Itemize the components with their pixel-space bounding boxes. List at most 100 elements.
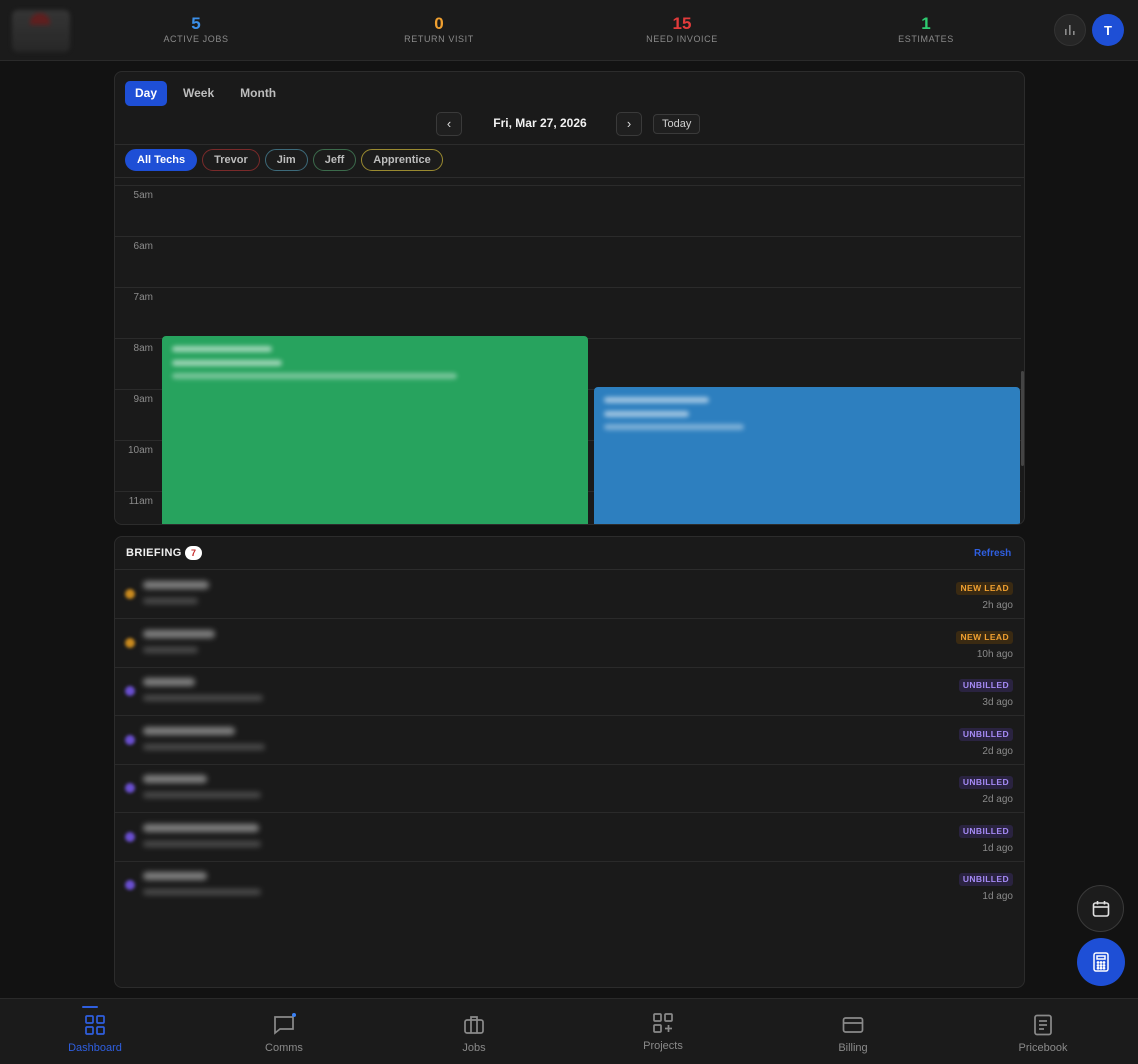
tech-chip-apprentice[interactable]: Apprentice (361, 149, 443, 171)
calendar-card: Day Week Month ‹ Fri, Mar 27, 2026 › Tod… (114, 71, 1025, 525)
briefcase-icon (464, 1016, 484, 1034)
calendar-event[interactable] (162, 336, 588, 524)
item-time: 1d ago (982, 843, 1013, 854)
tech-chip-trevor[interactable]: Trevor (202, 149, 260, 171)
next-day-button[interactable]: › (616, 112, 642, 136)
item-sub-blurred (143, 598, 198, 604)
status-badge: UNBILLED (958, 776, 1013, 789)
tab-day[interactable]: Day (125, 81, 168, 106)
user-avatar[interactable]: T (1092, 14, 1124, 46)
status-dot (125, 589, 135, 599)
calculator-fab[interactable] (1077, 938, 1125, 986)
stat-label: ACTIVE JOBS (163, 34, 229, 44)
stat-value: 5 (191, 14, 201, 33)
status-badge: UNBILLED (958, 679, 1013, 692)
hour-label: 6am (133, 241, 153, 252)
prev-day-button[interactable]: ‹ (436, 112, 462, 136)
projects-icon (653, 1013, 673, 1033)
item-name-blurred (143, 727, 235, 735)
hour-row: 6am (115, 236, 1021, 287)
hour-label: 5am (133, 190, 153, 201)
today-button[interactable]: Today (653, 114, 701, 134)
tech-filter: All Techs Trevor Jim Jeff Apprentice (125, 149, 443, 171)
briefing-item[interactable]: NEW LEAD 10h ago (115, 619, 1024, 668)
tech-chip-all[interactable]: All Techs (125, 149, 198, 171)
nav-comms[interactable]: Comms (224, 999, 344, 1064)
hour-label: 9am (133, 394, 153, 405)
top-header: 5 ACTIVE JOBS 0 RETURN VISIT 15 NEED INV… (0, 0, 1138, 61)
nav-label: Billing (838, 1042, 868, 1054)
divider (115, 144, 1024, 145)
book-icon (1034, 1014, 1052, 1036)
tech-chip-jim[interactable]: Jim (264, 149, 308, 171)
stat-label: RETURN VISIT (404, 34, 474, 44)
tech-chip-jeff[interactable]: Jeff (312, 149, 357, 171)
briefing-item[interactable]: UNBILLED 1d ago (115, 813, 1024, 862)
item-name-blurred (143, 581, 209, 589)
hour-label: 7am (133, 292, 153, 303)
briefing-item[interactable]: UNBILLED 3d ago (115, 667, 1024, 716)
tab-month[interactable]: Month (230, 81, 286, 106)
stat-return-visit[interactable]: 0 RETURN VISIT (379, 14, 499, 44)
status-badge: UNBILLED (958, 728, 1013, 741)
status-dot (125, 686, 135, 696)
briefing-card: BRIEFING 7 Refresh NEW LEAD 2h ago NEW L… (114, 536, 1025, 988)
nav-label: Dashboard (68, 1042, 122, 1054)
card-icon (842, 1017, 864, 1033)
status-dot (125, 638, 135, 648)
briefing-count-badge: 7 (185, 546, 202, 560)
item-sub-blurred (143, 647, 198, 653)
grid-icon (85, 1015, 105, 1035)
nav-jobs[interactable]: Jobs (414, 999, 534, 1064)
item-time: 10h ago (976, 649, 1013, 660)
active-indicator (82, 1006, 98, 1008)
item-sub-blurred (143, 695, 263, 701)
stat-value: 0 (434, 14, 444, 33)
hour-label: 11am (128, 496, 153, 507)
stat-estimates[interactable]: 1 ESTIMATES (866, 14, 986, 44)
item-name-blurred (143, 872, 207, 880)
tab-week[interactable]: Week (173, 81, 224, 106)
status-badge: UNBILLED (958, 873, 1013, 886)
stat-value: 15 (672, 14, 692, 33)
item-name-blurred (143, 630, 215, 638)
event-title-blurred (172, 346, 272, 352)
item-name-blurred (143, 775, 207, 783)
item-time: 2d ago (982, 746, 1013, 757)
bar-chart-icon (1065, 25, 1075, 35)
item-time: 2h ago (982, 600, 1013, 611)
nav-dashboard[interactable]: Dashboard (35, 999, 155, 1064)
calendar-fab[interactable] (1077, 885, 1124, 932)
hour-row: 7am (115, 287, 1021, 338)
nav-label: Jobs (462, 1042, 486, 1054)
nav-label: Projects (643, 1040, 683, 1052)
nav-label: Comms (265, 1042, 303, 1054)
event-address-blurred (172, 373, 457, 379)
timeline-scrollbar[interactable] (1021, 371, 1024, 466)
briefing-item[interactable]: UNBILLED 1d ago (115, 861, 1024, 910)
bottom-nav: Dashboard Comms Jobs Projects Billing Pr… (0, 998, 1138, 1064)
briefing-item[interactable]: UNBILLED 2d ago (115, 716, 1024, 765)
briefing-item[interactable]: UNBILLED 2d ago (115, 764, 1024, 813)
calendar-event[interactable] (594, 387, 1020, 524)
calendar-icon (1092, 900, 1109, 917)
stat-label: ESTIMATES (898, 34, 954, 44)
status-dot (125, 832, 135, 842)
briefing-title: BRIEFING (126, 547, 182, 559)
briefing-item[interactable]: NEW LEAD 2h ago (115, 570, 1024, 619)
nav-pricebook[interactable]: Pricebook (983, 999, 1103, 1064)
company-logo[interactable] (12, 10, 70, 52)
app-root: 5 ACTIVE JOBS 0 RETURN VISIT 15 NEED INV… (0, 0, 1138, 1064)
nav-projects[interactable]: Projects (603, 999, 723, 1064)
day-timeline[interactable]: 5am 6am 7am 8am 9am 10am 11am (115, 185, 1024, 524)
event-address-blurred (604, 424, 744, 430)
event-detail-blurred (172, 360, 282, 366)
item-sub-blurred (143, 744, 265, 750)
nav-billing[interactable]: Billing (793, 999, 913, 1064)
analytics-button[interactable] (1054, 14, 1086, 46)
nav-label: Pricebook (1018, 1042, 1068, 1054)
stat-active-jobs[interactable]: 5 ACTIVE JOBS (136, 14, 256, 44)
refresh-button[interactable]: Refresh (974, 548, 1011, 559)
stat-label: NEED INVOICE (646, 34, 718, 44)
stat-need-invoice[interactable]: 15 NEED INVOICE (622, 14, 742, 44)
